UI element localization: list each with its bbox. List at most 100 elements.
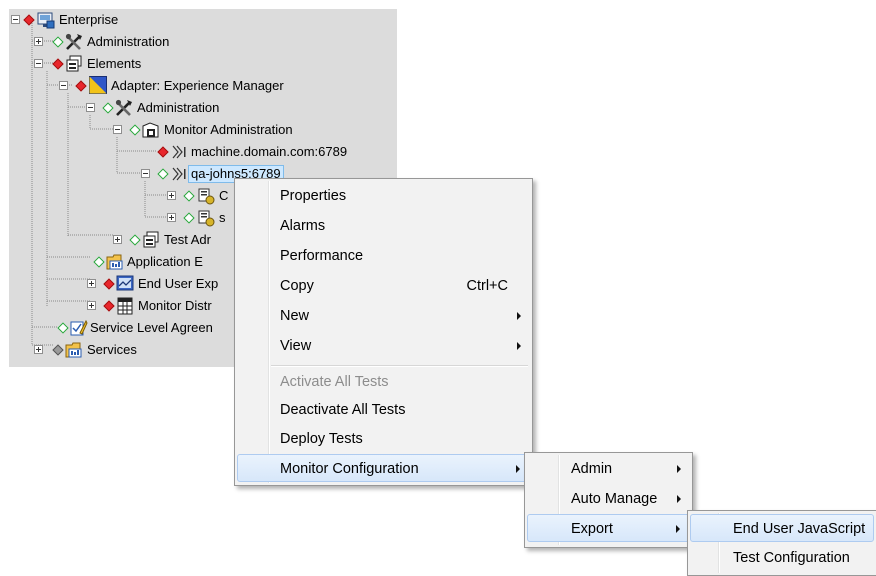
submenu-arrow-icon (677, 495, 681, 503)
tree-item-label: Test Adr (164, 232, 211, 247)
collapse-toggle[interactable] (59, 81, 68, 90)
menu-item-label: Test Configuration (733, 550, 850, 566)
tree-item-label: Adapter: Experience Manager (111, 78, 284, 93)
tree-item-label: Services (87, 342, 137, 357)
status-green-icon (129, 234, 141, 246)
tree-item-label: Service Level Agreen (90, 320, 213, 335)
menu-item-label: Properties (280, 188, 347, 204)
menu-item-properties[interactable]: Properties (237, 182, 530, 210)
menu-item-view[interactable]: View (237, 332, 530, 360)
status-green-icon (129, 124, 141, 136)
elements-icon (143, 231, 159, 248)
monitor-distribution-icon (117, 297, 133, 315)
submenu-export: End User JavaScript Test Configuration (687, 510, 876, 576)
tree-item-label: Monitor Distr (138, 298, 212, 313)
status-red-icon (23, 14, 35, 26)
tools-icon (115, 99, 132, 116)
menu-item-label: Export (571, 521, 613, 537)
status-green-icon (102, 102, 114, 114)
menu-item-label: Deploy Tests (280, 431, 363, 447)
tree-item-administration[interactable]: Administration (9, 31, 397, 53)
status-green-icon (93, 256, 105, 268)
status-red-icon (103, 300, 115, 312)
submenu-arrow-icon (517, 312, 521, 320)
expand-toggle[interactable] (113, 235, 122, 244)
collapse-toggle[interactable] (113, 125, 122, 134)
menu-item-admin[interactable]: Admin (527, 455, 690, 483)
expand-toggle[interactable] (87, 279, 96, 288)
submenu-arrow-icon (677, 465, 681, 473)
end-user-experience-icon (116, 275, 134, 291)
tree-item-label: Monitor Administration (164, 122, 293, 137)
menu-item-label: Monitor Configuration (280, 461, 419, 477)
expand-toggle[interactable] (87, 301, 96, 310)
expand-toggle[interactable] (34, 37, 43, 46)
status-gray-icon (52, 344, 64, 356)
menu-item-performance[interactable]: Performance (237, 242, 530, 270)
menu-item-auto-manage[interactable]: Auto Manage (527, 485, 690, 513)
enterprise-icon (37, 12, 55, 29)
menu-item-label: Auto Manage (571, 491, 658, 507)
menu-item-test-configuration[interactable]: Test Configuration (690, 544, 874, 572)
adapter-icon (89, 76, 107, 94)
tree-item-adapter[interactable]: Adapter: Experience Manager (9, 75, 397, 97)
submenu-monitor-configuration: Admin Auto Manage Export (524, 452, 693, 548)
tree-item-label: Administration (137, 100, 220, 115)
menu-item-label: New (280, 308, 310, 324)
menu-item-end-user-javascript[interactable]: End User JavaScript (690, 514, 874, 542)
menu-item-label: Admin (571, 461, 613, 477)
tree-item-monitor-administration[interactable]: Monitor Administration (9, 119, 397, 141)
collapse-toggle[interactable] (141, 169, 150, 178)
submenu-arrow-icon (516, 465, 520, 473)
monitor-administration-icon (142, 122, 159, 138)
status-green-icon (57, 322, 69, 334)
menu-separator (271, 365, 528, 367)
application-icon (106, 254, 123, 270)
tree-item-label: Elements (87, 56, 142, 71)
status-green-icon (157, 168, 169, 180)
menu-item-deactivate-all-tests[interactable]: Deactivate All Tests (237, 396, 530, 424)
submenu-arrow-icon (676, 525, 680, 533)
menu-item-deploy-tests[interactable]: Deploy Tests (237, 425, 530, 453)
elements-icon (66, 55, 82, 72)
menu-item-new[interactable]: New (237, 302, 530, 330)
tree-item-enterprise[interactable]: Enterprise (9, 9, 397, 31)
tree-item-machine[interactable]: machine.domain.com:6789 (9, 141, 397, 163)
tree-item-label: Administration (87, 34, 170, 49)
menu-item-label: Deactivate All Tests (280, 402, 406, 418)
collapse-toggle[interactable] (34, 59, 43, 68)
collapse-toggle[interactable] (11, 15, 20, 24)
menu-item-copy[interactable]: Copy Ctrl+C (237, 272, 530, 300)
menu-item-label: Alarms (280, 218, 326, 234)
menu-item-monitor-configuration[interactable]: Monitor Configuration (237, 454, 530, 482)
collapse-toggle[interactable] (86, 103, 95, 112)
tree-item-label: machine.domain.com:6789 (191, 144, 348, 159)
menu-item-label: Performance (280, 248, 364, 264)
services-icon (65, 342, 82, 358)
test-group-icon (198, 188, 215, 205)
tree-item-label: s (219, 210, 226, 225)
expand-toggle[interactable] (167, 213, 176, 222)
menu-item-export[interactable]: Export (527, 514, 690, 542)
status-red-icon (52, 58, 64, 70)
tree-item-label: Enterprise (59, 12, 119, 27)
status-red-icon (75, 80, 87, 92)
monitor-signal-icon (172, 145, 186, 159)
tree-item-adapter-administration[interactable]: Administration (9, 97, 397, 119)
submenu-arrow-icon (517, 342, 521, 350)
tree-item-label: Application E (127, 254, 203, 269)
menu-item-label: Copy (280, 278, 314, 294)
expand-toggle[interactable] (34, 345, 43, 354)
tree-item-label: C (219, 188, 229, 203)
expand-toggle[interactable] (167, 191, 176, 200)
test-group-icon (198, 210, 215, 227)
tree-item-label: End User Exp (138, 276, 219, 291)
monitor-signal-icon (172, 167, 186, 181)
menu-item-alarms[interactable]: Alarms (237, 212, 530, 240)
menu-item-shortcut: Ctrl+C (466, 278, 509, 294)
status-green-icon (52, 36, 64, 48)
tools-icon (65, 33, 82, 50)
tree-item-elements[interactable]: Elements (9, 53, 397, 75)
service-level-agreement-icon (70, 319, 88, 336)
menu-item-label: View (280, 338, 312, 354)
